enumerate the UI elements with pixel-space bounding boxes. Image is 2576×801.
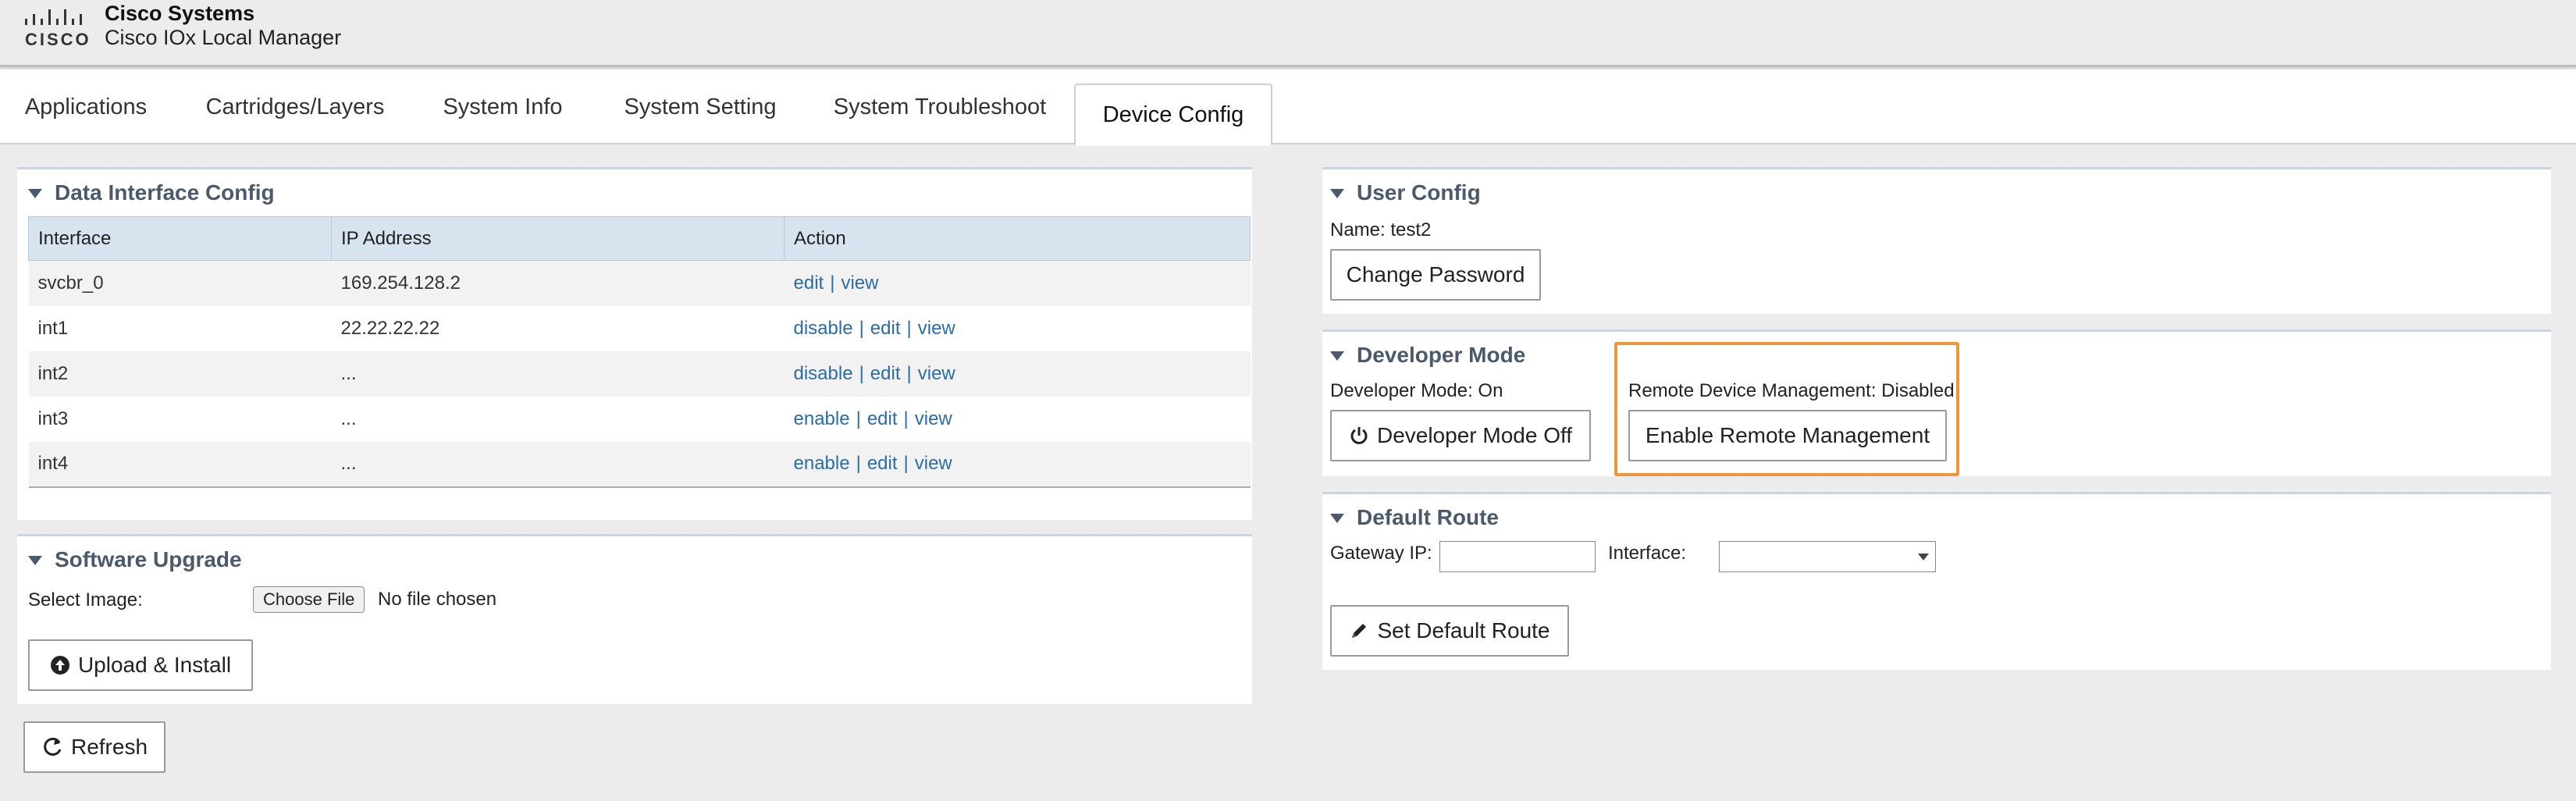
set-default-route-button[interactable]: Set Default Route: [1330, 605, 1569, 657]
software-upgrade-panel: Software Upgrade Select Image: Choose Fi…: [17, 534, 1252, 704]
data-interface-panel: Data Interface Config Interface IP Addre…: [17, 167, 1252, 520]
tab-applications[interactable]: Applications: [12, 69, 159, 144]
ip-address: ...: [331, 351, 785, 397]
upload-install-button[interactable]: Upload & Install: [28, 639, 253, 691]
ip-address: ...: [340, 408, 357, 429]
tab-system-info[interactable]: System Info: [431, 69, 575, 144]
edit-link[interactable]: edit: [867, 408, 898, 429]
disable-link[interactable]: disable: [794, 318, 853, 339]
column-header-action: Action: [784, 216, 1251, 261]
upload-icon: [50, 655, 70, 675]
software-upgrade-title[interactable]: Software Upgrade: [28, 547, 242, 572]
remote-management-status: Remote Device Management: Disabled: [1628, 380, 1955, 401]
ip-address: 22.22.22.22: [340, 317, 440, 339]
chevron-down-icon: [1918, 554, 1929, 561]
main-tab-bar: Applications Cartridges/Layers System In…: [0, 69, 2576, 146]
column-header-interface: Interface: [28, 216, 332, 261]
view-link[interactable]: view: [918, 318, 955, 339]
top-header: CISCO Cisco Systems Cisco IOx Local Mana…: [0, 0, 2576, 67]
cisco-bridge-icon: [25, 9, 82, 25]
developer-mode-title[interactable]: Developer Mode: [1330, 343, 1525, 368]
row-actions: disable | edit | view: [784, 351, 1251, 397]
interface-name: svcbr_0: [28, 260, 332, 306]
row-actions: edit | view: [784, 260, 1251, 306]
product-name: Cisco IOx Local Manager: [105, 26, 342, 49]
row-actions: enable | edit | view: [784, 441, 1251, 488]
collapse-caret-icon: [1330, 514, 1344, 523]
select-image-label: Select Image:: [28, 589, 143, 611]
enable-remote-management-button[interactable]: Enable Remote Management: [1628, 410, 1947, 461]
disable-link[interactable]: disable: [794, 363, 853, 384]
edit-link[interactable]: edit: [870, 363, 901, 384]
developer-mode-panel: Developer Mode Developer Mode: On Develo…: [1322, 329, 2551, 476]
interface-select[interactable]: [1719, 541, 1936, 572]
row-actions: disable | edit | view: [793, 317, 955, 339]
logo-wordmark: CISCO: [25, 30, 91, 49]
no-file-label: No file chosen: [378, 589, 497, 610]
enable-link[interactable]: enable: [794, 408, 850, 429]
power-icon: [1349, 425, 1369, 446]
row-actions: enable | edit | view: [793, 408, 952, 429]
ip-address: 169.254.128.2: [331, 260, 785, 306]
developer-mode-status: Developer Mode: On: [1330, 380, 1503, 401]
refresh-icon: [41, 736, 63, 758]
choose-file-button[interactable]: Choose File: [253, 586, 365, 613]
edit-link[interactable]: edit: [867, 453, 898, 474]
view-link[interactable]: view: [915, 453, 952, 474]
tab-device-config[interactable]: Device Config: [1074, 84, 1272, 146]
company-name: Cisco Systems: [105, 2, 255, 25]
collapse-caret-icon: [1330, 189, 1344, 198]
view-link[interactable]: view: [915, 408, 952, 429]
user-config-panel: User Config Name: test2 Change Password: [1322, 167, 2551, 314]
edit-link[interactable]: edit: [794, 272, 824, 294]
tab-cartridges-layers[interactable]: Cartridges/Layers: [195, 69, 395, 144]
table-row: svcbr_0 169.254.128.2 edit | view: [28, 260, 1251, 306]
tab-system-setting[interactable]: System Setting: [614, 69, 787, 144]
tab-system-troubleshoot[interactable]: System Troubleshoot: [824, 69, 1055, 144]
gateway-ip-label: Gateway IP:: [1330, 543, 1432, 564]
table-row: int1 22.22.22.22 disable | edit | view: [29, 306, 1251, 351]
collapse-caret-icon: [28, 556, 42, 565]
ip-address: ...: [331, 441, 785, 488]
interface-name: int4: [28, 441, 332, 488]
refresh-button[interactable]: Refresh: [23, 721, 165, 773]
default-route-title[interactable]: Default Route: [1330, 505, 1499, 530]
change-password-button[interactable]: Change Password: [1330, 249, 1541, 301]
default-route-panel: Default Route Gateway IP: Interface: Set…: [1322, 492, 2551, 670]
view-link[interactable]: view: [918, 363, 955, 384]
user-name-label: Name: test2: [1330, 219, 1432, 240]
interface-name: int3: [37, 408, 69, 429]
collapse-caret-icon: [28, 189, 42, 198]
enable-link[interactable]: enable: [794, 453, 850, 474]
edit-link[interactable]: edit: [870, 318, 901, 339]
collapse-caret-icon: [1330, 351, 1344, 361]
data-interface-title[interactable]: Data Interface Config: [28, 180, 275, 205]
cisco-logo: CISCO: [23, 6, 91, 49]
view-link[interactable]: view: [841, 272, 878, 294]
table-row: int3 ... enable | edit | view: [29, 397, 1251, 442]
interface-name: int1: [37, 317, 69, 339]
column-header-ip-address: IP Address: [331, 216, 785, 261]
gateway-ip-input[interactable]: [1439, 541, 1596, 572]
developer-mode-off-button[interactable]: Developer Mode Off: [1330, 410, 1591, 461]
user-config-title[interactable]: User Config: [1330, 180, 1481, 205]
table-row: int4 ... enable | edit | view: [28, 441, 1251, 488]
table-row: int2 ... disable | edit | view: [28, 351, 1251, 397]
interface-label: Interface:: [1608, 543, 1687, 564]
interface-name: int2: [28, 351, 332, 397]
pencil-icon: [1349, 621, 1369, 641]
interface-table: Interface IP Address Action svcbr_0 169.…: [28, 216, 1251, 488]
